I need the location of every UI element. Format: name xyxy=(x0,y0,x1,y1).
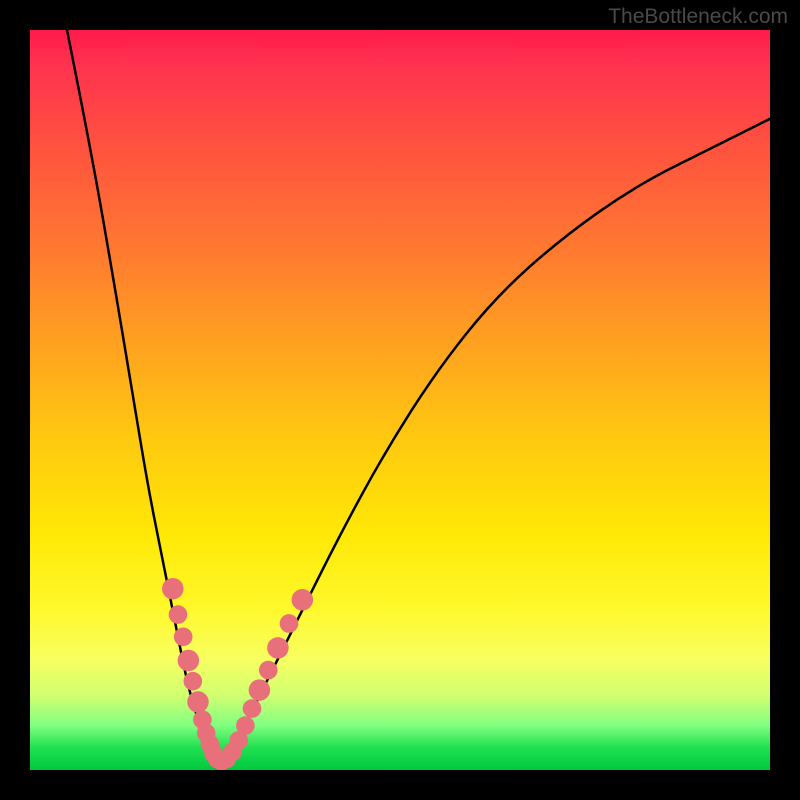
data-marker xyxy=(259,661,278,680)
data-marker xyxy=(178,650,200,672)
curve-lines xyxy=(67,30,770,763)
data-marker xyxy=(267,637,289,659)
data-marker xyxy=(169,605,188,624)
data-marker xyxy=(187,691,209,713)
chart-svg xyxy=(30,30,770,770)
data-marker xyxy=(183,672,202,691)
series-right-curve xyxy=(222,119,770,763)
data-marker xyxy=(249,679,271,701)
watermark-text: TheBottleneck.com xyxy=(608,5,788,29)
data-marker xyxy=(292,589,314,611)
data-marker xyxy=(243,699,262,718)
data-marker xyxy=(236,716,255,735)
data-marker xyxy=(174,627,193,646)
data-marker xyxy=(162,578,184,600)
data-marker xyxy=(280,614,299,633)
chart-plot-area xyxy=(30,30,770,770)
